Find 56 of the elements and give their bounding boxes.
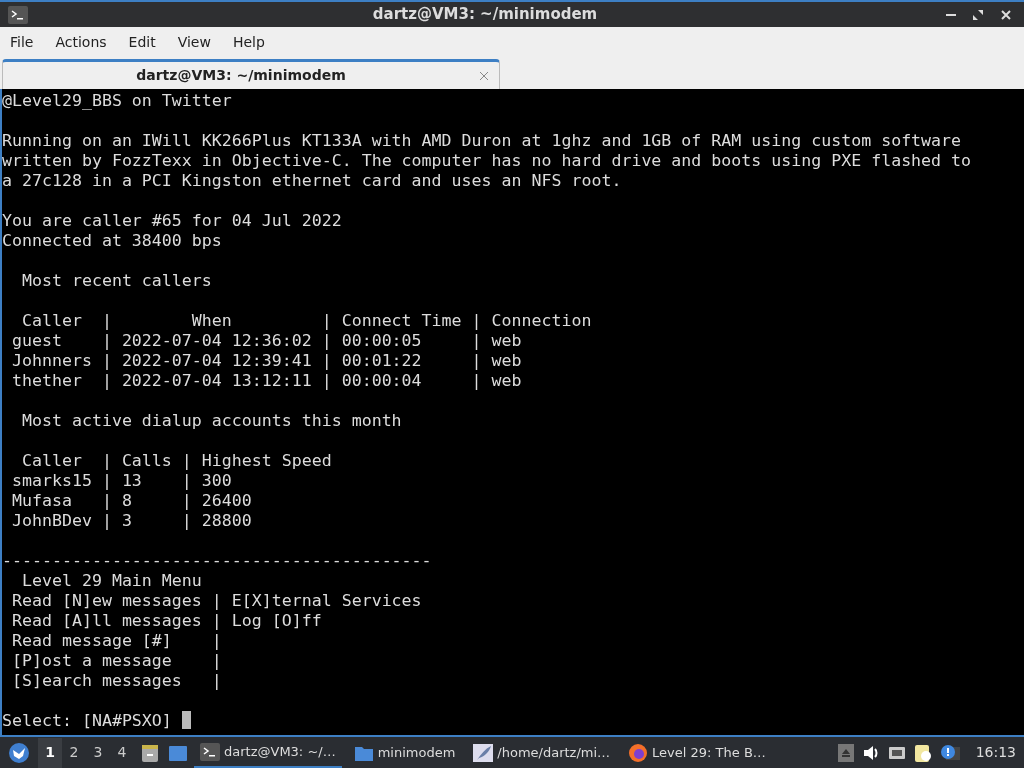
- taskbar-button[interactable]: minimodem: [347, 737, 462, 768]
- taskbar-button[interactable]: dartz@VM3: ~/…: [194, 737, 342, 768]
- workspace-button[interactable]: 3: [86, 737, 110, 768]
- network-icon[interactable]: [887, 744, 906, 761]
- maximize-icon: [972, 8, 984, 21]
- fox-globe-icon: [628, 742, 649, 763]
- workspace-button[interactable]: 1: [38, 737, 62, 768]
- terminal-line: guest | 2022-07-04 12:36:02 | 00:00:05 | web: [11, 331, 523, 351]
- taskbar-button[interactable]: /home/dartz/mi…: [467, 737, 617, 768]
- menu-item[interactable]: Edit: [118, 32, 168, 53]
- terminal-line: Read [N]ew messages | E[X]ternal Services: [11, 591, 423, 611]
- terminal-line: Most active dialup accounts this month: [20, 411, 403, 431]
- minimize-icon: [946, 13, 956, 16]
- terminal-line: Read [A]ll messages | Log [O]ff: [11, 611, 323, 631]
- terminal-line: Read message [#] |: [11, 631, 223, 651]
- terminal-line: Level 29 Main Menu: [20, 571, 203, 591]
- menu-item[interactable]: Help: [222, 32, 277, 53]
- clock[interactable]: 16:13: [975, 742, 1016, 763]
- terminal-line: thether | 2022-07-04 13:12:11 | 00:00:04 | web: [11, 371, 523, 391]
- close-icon: [1000, 8, 1012, 21]
- window-title: dartz@VM3: ~/minimodem: [371, 4, 599, 26]
- eject-icon[interactable]: [837, 743, 854, 762]
- workspace-button[interactable]: 4: [110, 737, 134, 768]
- terminal-line: Johnners | 2022-07-04 12:39:41 | 00:01:22 | web: [11, 351, 523, 371]
- terminal-line: JohnBDev | 3 | 28800: [11, 511, 253, 531]
- workspace-button[interactable]: 2: [62, 737, 86, 768]
- menu-item[interactable]: File: [0, 32, 46, 53]
- terminal-tab[interactable]: dartz@VM3: ~/minimodem: [2, 59, 500, 89]
- file-cabinet-icon[interactable]: [140, 742, 160, 763]
- taskbar-button[interactable]: Level 29: The B…: [622, 737, 772, 768]
- terminal-prompt: Select: [NA#PSXO]: [2, 711, 172, 731]
- terminal-icon: [8, 5, 28, 24]
- terminal-line: @Level29_BBS on Twitter: [2, 91, 233, 111]
- close-icon[interactable]: [479, 70, 489, 81]
- terminal-line: written by FozzTexx in Objective-C. The computer has no hard drive and boots using PXE flashed to: [2, 151, 973, 171]
- quill-icon: [473, 743, 494, 762]
- terminal-icon: [200, 742, 220, 761]
- terminal-line: Running on an IWill KK266Plus KT133A with AMD Duron at 1ghz and 1GB of RAM using custom software: [2, 131, 963, 151]
- terminal-line: [S]earch messages |: [11, 671, 223, 691]
- menu-item[interactable]: Actions: [45, 32, 119, 53]
- notification-icon[interactable]: [939, 743, 960, 762]
- terminal-line: You are caller #65 for 04 Jul 2022: [2, 211, 343, 231]
- volume-icon[interactable]: [861, 744, 880, 761]
- clipboard-icon[interactable]: [913, 742, 932, 763]
- terminal-line: a 27c128 in a PCI Kingston ethernet card and uses an NFS root.: [2, 171, 623, 191]
- terminal-line: Mufasa | 8 | 26400: [11, 491, 253, 511]
- terminal-line: -------------------------------------------: [2, 551, 433, 571]
- bird-logo-icon[interactable]: [8, 741, 30, 764]
- terminal-line: Connected at 38400 bps: [2, 231, 223, 251]
- text-cursor: [181, 711, 191, 729]
- terminal-line: Caller | Calls | Highest Speed: [20, 451, 333, 471]
- terminal-line: Most recent callers: [20, 271, 213, 291]
- terminal-line: smarks15 | 13 | 300: [11, 471, 233, 491]
- menu-item[interactable]: View: [167, 32, 223, 53]
- terminal-line: Caller | When | Connect Time | Connection: [20, 311, 593, 331]
- terminal-line: [P]ost a message |: [11, 651, 223, 671]
